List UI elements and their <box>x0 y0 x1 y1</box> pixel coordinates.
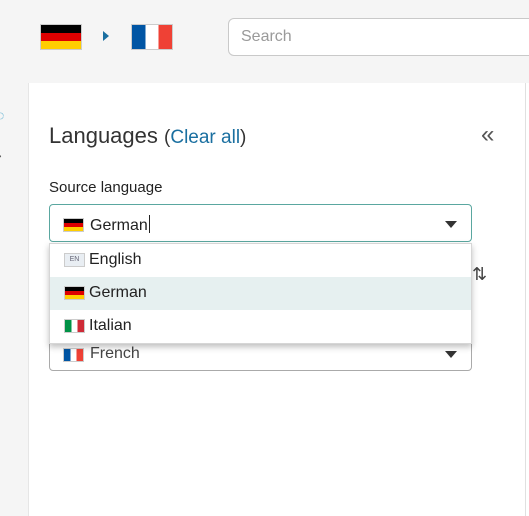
collapse-panel-icon[interactable]: « <box>481 123 494 147</box>
source-language-select[interactable]: German <box>49 204 472 242</box>
flag-germany-icon <box>63 218 84 232</box>
flag-germany-icon <box>64 286 85 300</box>
top-bar <box>0 0 529 83</box>
left-rail: ◌ › <box>0 83 28 516</box>
option-italian[interactable]: Italian <box>50 310 471 343</box>
arrow-right-icon <box>103 31 109 41</box>
swap-languages-icon[interactable]: ⇅ <box>472 264 487 285</box>
text-cursor <box>148 215 150 233</box>
search-input[interactable] <box>228 18 529 56</box>
flag-france-icon[interactable] <box>131 24 173 50</box>
source-language-dropdown: EN English German Italian <box>49 243 472 344</box>
target-language-value: French <box>90 345 140 362</box>
source-language-label: Source language <box>49 179 163 196</box>
source-language-value: German <box>90 215 150 234</box>
languages-panel: Languages (Clear all) « Source language … <box>28 83 526 516</box>
caret-down-icon[interactable] <box>445 221 457 228</box>
clear-all-link[interactable]: Clear all <box>170 127 240 148</box>
panel-title: Languages (Clear all) <box>49 123 246 149</box>
option-german[interactable]: German <box>50 277 471 310</box>
flag-italy-icon <box>64 319 85 333</box>
option-label: English <box>89 251 142 268</box>
option-label: German <box>89 284 147 301</box>
flag-english-icon: EN <box>64 253 85 267</box>
flag-germany-icon[interactable] <box>40 24 82 50</box>
rail-chevron-icon[interactable]: › <box>0 147 2 163</box>
option-english[interactable]: EN English <box>50 244 471 277</box>
flag-france-icon <box>63 348 84 362</box>
paren-close: ) <box>240 127 247 148</box>
option-label: Italian <box>89 317 132 334</box>
rail-circle-icon[interactable]: ◌ <box>0 107 4 123</box>
right-edge-strip <box>525 83 529 516</box>
caret-down-icon[interactable] <box>445 351 457 358</box>
panel-title-text: Languages <box>49 123 158 148</box>
